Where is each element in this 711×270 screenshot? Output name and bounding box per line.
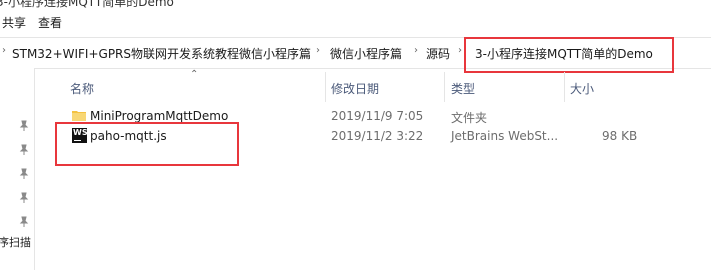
column-header-size[interactable]: 大小 (570, 80, 594, 97)
navigation-pane[interactable]: 序扫描 (0, 68, 35, 270)
pin-icon[interactable] (18, 120, 30, 132)
column-divider[interactable] (444, 72, 445, 102)
window-title-partial: 3-小程序连接MQTT简单的Demo (0, 0, 174, 9)
ribbon-tab-view[interactable]: 查看 (38, 14, 62, 31)
file-date: 2019/11/9 7:05 (331, 109, 424, 123)
ribbon-tab-share[interactable]: 共享 (2, 14, 26, 31)
breadcrumb-separator-icon[interactable]: › (414, 45, 418, 56)
breadcrumb-separator-icon[interactable]: › (316, 45, 320, 56)
nav-item-partial[interactable]: 序扫描 (0, 234, 31, 250)
column-divider[interactable] (325, 72, 326, 102)
column-header-type[interactable]: 类型 (451, 80, 475, 97)
file-type: 文件夹 (451, 111, 488, 125)
ribbon-bar: 3-小程序连接MQTT简单的Demo 共享 查看 (0, 0, 711, 32)
breadcrumb-item-source[interactable]: 源码 (426, 45, 450, 62)
highlight-box-current-folder (464, 37, 674, 73)
breadcrumb-item-wechat[interactable]: 微信小程序篇 (330, 45, 402, 62)
pin-icon[interactable] (18, 192, 30, 204)
breadcrumb-item-tutorial[interactable]: STM32+WIFI+GPRS物联网开发系统教程微信小程序篇 (12, 45, 311, 62)
file-date: 2019/11/2 3:22 (331, 129, 424, 143)
sort-ascending-icon: ⌃ (190, 69, 199, 80)
column-header-date[interactable]: 修改日期 (331, 80, 379, 97)
column-divider[interactable] (564, 72, 565, 102)
file-size: 98 KB (602, 129, 638, 143)
breadcrumb-separator-icon: › (2, 45, 6, 56)
folder-icon (72, 111, 86, 121)
column-header-name[interactable]: 名称 (70, 80, 94, 97)
file-type: JetBrains WebSt... (451, 129, 559, 143)
pin-icon[interactable] (18, 144, 30, 156)
pin-icon[interactable] (18, 168, 30, 180)
pin-icon[interactable] (18, 216, 30, 228)
breadcrumb-separator-icon[interactable]: › (458, 45, 462, 56)
file-name[interactable]: MiniProgramMqttDemo (90, 109, 228, 123)
highlight-box-js-file (55, 122, 239, 166)
